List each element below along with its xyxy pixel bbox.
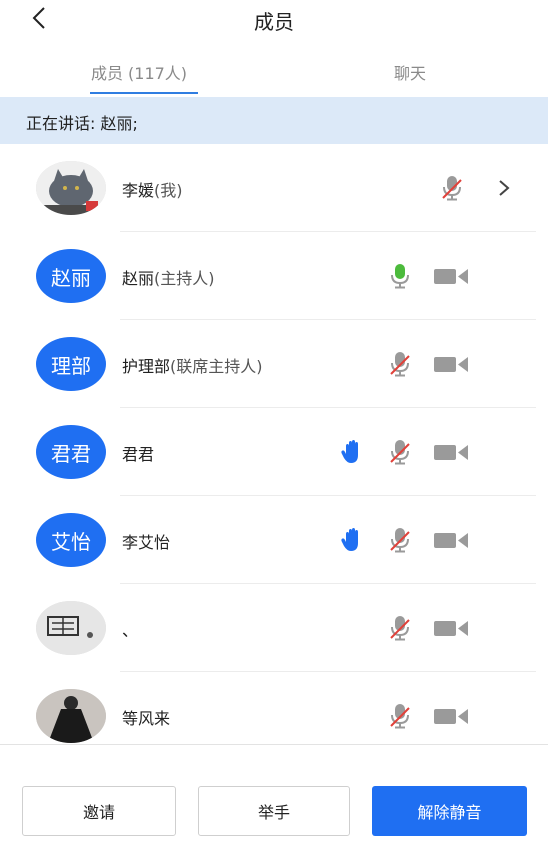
avatar: 赵丽	[36, 249, 106, 303]
invite-button[interactable]: 邀请	[22, 786, 176, 836]
header: 成员	[0, 0, 548, 40]
avatar: 艾怡	[36, 513, 106, 567]
divider	[0, 744, 548, 745]
member-name: 护理部(联席主持人)	[122, 353, 263, 377]
member-row[interactable]: 艾怡 李艾怡	[0, 496, 548, 584]
raise-hand-icon	[340, 526, 364, 554]
video-camera-icon[interactable]	[432, 702, 472, 730]
member-row[interactable]: 等风来	[0, 672, 548, 760]
avatar	[36, 689, 106, 743]
member-row[interactable]: 理部 护理部(联席主持人)	[0, 320, 548, 408]
chevron-right-icon[interactable]	[494, 174, 514, 202]
member-name-text: 赵丽	[122, 269, 155, 288]
member-name: 赵丽(主持人)	[122, 265, 215, 289]
avatar	[36, 601, 106, 655]
raise-hand-icon	[340, 438, 364, 466]
microphone-muted-icon[interactable]	[388, 526, 412, 554]
member-name: 君君	[122, 441, 154, 465]
member-row[interactable]: 赵丽 赵丽(主持人)	[0, 232, 548, 320]
video-camera-icon[interactable]	[432, 438, 472, 466]
avatar: 君君	[36, 425, 106, 479]
member-role: (主持人)	[154, 269, 215, 288]
tab-members[interactable]: 成员 (117人)	[64, 60, 214, 84]
speaking-banner: 正在讲话: 赵丽;	[0, 97, 548, 144]
member-row[interactable]: 、	[0, 584, 548, 672]
member-name-text: 护理部	[122, 357, 171, 376]
member-name-text: 君君	[122, 445, 155, 464]
video-camera-icon[interactable]	[432, 614, 472, 642]
microphone-muted-icon[interactable]	[388, 438, 412, 466]
member-name-text: 李艾怡	[122, 533, 171, 552]
tab-bar: 成员 (117人) 聊天	[0, 52, 548, 96]
avatar: 理部	[36, 337, 106, 391]
member-name: 李媛(我)	[122, 177, 183, 201]
avatar	[36, 161, 106, 215]
member-name: 等风来	[122, 705, 170, 729]
microphone-icon[interactable]	[388, 262, 412, 290]
member-name-text: 等风来	[122, 709, 171, 728]
unmute-button[interactable]: 解除静音	[372, 786, 527, 836]
speaking-text: 正在讲话: 赵丽;	[26, 114, 138, 133]
member-list: 李媛(我) 赵丽 赵丽(主持人) 理部 护理部(联席主持人) 君君 君君 艾怡 李艾怡、等风来	[0, 144, 548, 760]
member-row[interactable]: 君君 君君	[0, 408, 548, 496]
member-name: 李艾怡	[122, 529, 170, 553]
member-row[interactable]: 李媛(我)	[0, 144, 548, 232]
microphone-muted-icon[interactable]	[388, 702, 412, 730]
video-camera-icon[interactable]	[432, 526, 472, 554]
microphone-muted-icon[interactable]	[388, 350, 412, 378]
tab-chat[interactable]: 聊天	[340, 60, 480, 84]
active-tab-indicator	[90, 92, 198, 94]
member-name-text: 李媛	[122, 181, 155, 200]
microphone-muted-icon[interactable]	[388, 614, 412, 642]
microphone-muted-icon[interactable]	[440, 174, 464, 202]
video-camera-icon[interactable]	[432, 262, 472, 290]
raise-hand-button[interactable]: 举手	[198, 786, 350, 836]
video-camera-icon[interactable]	[432, 350, 472, 378]
member-name: 、	[122, 617, 138, 641]
member-role: (联席主持人)	[170, 357, 263, 376]
page-title: 成员	[254, 10, 294, 34]
member-name-text: 、	[122, 621, 139, 640]
member-role: (我)	[154, 181, 183, 200]
